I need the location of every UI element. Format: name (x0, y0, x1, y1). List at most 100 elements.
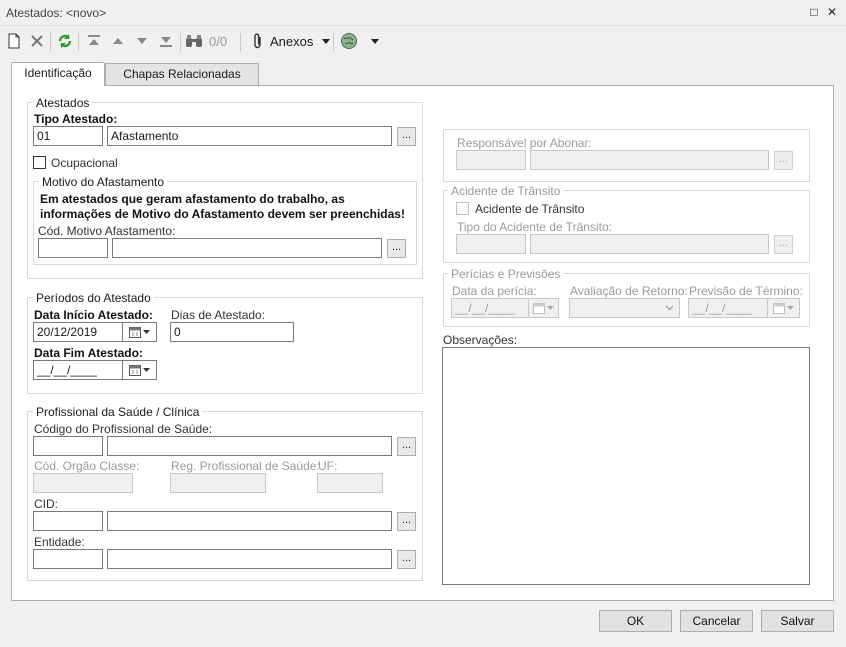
motivo-legend: Motivo do Afastamento (39, 175, 168, 189)
data-inicio-label: Data Início Atestado: (34, 308, 153, 322)
tipo-acidente-label: Tipo do Acidente de Trânsito: (457, 220, 612, 234)
last-record-button[interactable] (155, 30, 177, 52)
restore-button[interactable]: □ (806, 4, 822, 20)
previsao-termino-picker[interactable] (768, 298, 800, 318)
globe-dropdown[interactable] (364, 30, 386, 52)
data-inicio-input[interactable]: 20/12/2019 (33, 322, 123, 342)
calendar-icon (533, 302, 545, 314)
ocupacional-label: Ocupacional (51, 156, 118, 170)
toolbar-separator (333, 33, 334, 51)
dias-atestado-input[interactable]: 0 (170, 322, 294, 342)
codigo-profissional-label: Código do Profissional de Saúde: (34, 422, 213, 436)
caret-down-icon (371, 38, 379, 44)
tab-chapas-relacionadas[interactable]: Chapas Relacionadas (105, 63, 259, 86)
refresh-button[interactable] (54, 30, 76, 52)
first-record-button[interactable] (83, 30, 105, 52)
observacoes-textarea[interactable] (442, 347, 810, 585)
attachments-button[interactable] (247, 30, 269, 52)
caret-down-icon (143, 330, 150, 334)
pericias-legend: Perícias e Previsões (448, 267, 564, 281)
window-title: Atestados: <novo> (6, 6, 107, 20)
avaliacao-retorno-select[interactable] (569, 298, 680, 318)
cid-label: CID: (34, 497, 58, 511)
cancel-button[interactable]: Cancelar (680, 610, 753, 632)
title-bar: Atestados: <novo> □ ✕ (0, 0, 846, 26)
new-icon (8, 33, 20, 49)
tab-identificacao[interactable]: Identificação (11, 62, 105, 86)
search-button[interactable] (183, 30, 205, 52)
codigo-profissional-input[interactable] (33, 436, 103, 456)
save-button[interactable]: Salvar (761, 610, 834, 632)
dias-atestado-label: Dias de Atestado: (171, 308, 266, 322)
next-record-button[interactable] (131, 30, 153, 52)
tipo-acidente-lookup-button[interactable]: ... (774, 235, 793, 254)
caret-down-icon (322, 38, 330, 44)
previous-record-button[interactable] (107, 30, 129, 52)
toolbar-separator (180, 33, 181, 51)
motivo-lookup-button[interactable]: ... (387, 239, 406, 258)
delete-icon (31, 35, 43, 47)
chevron-down-icon (665, 305, 674, 311)
toolbar-separator (240, 33, 241, 51)
data-fim-picker[interactable] (123, 360, 157, 380)
previsao-termino-input[interactable]: __/__/____ (688, 298, 768, 318)
data-pericia-input[interactable]: __/__/____ (451, 298, 529, 318)
tipo-acidente-desc-input[interactable] (530, 234, 769, 254)
periodos-legend: Períodos do Atestado (33, 291, 154, 305)
uf-label: UF: (318, 459, 338, 473)
ocupacional-checkbox[interactable] (33, 156, 46, 169)
acidente-checkbox-label: Acidente de Trânsito (475, 202, 585, 216)
attachments-label[interactable]: Anexos (270, 34, 313, 49)
atestados-legend: Atestados (33, 96, 93, 110)
uf-input[interactable] (317, 473, 383, 493)
cid-lookup-button[interactable]: ... (397, 512, 416, 531)
cid-desc-input[interactable] (107, 511, 392, 531)
responsavel-desc-input[interactable] (530, 150, 769, 170)
profissional-desc-input[interactable] (107, 436, 392, 456)
binoculars-icon (186, 35, 202, 47)
responsavel-lookup-button[interactable]: ... (774, 151, 793, 170)
orgao-classe-label: Cód. Orgão Classe: (34, 459, 140, 473)
cod-motivo-input[interactable] (38, 238, 108, 258)
caret-down-icon (787, 306, 794, 310)
tipo-atestado-desc-input[interactable]: Afastamento (107, 126, 392, 146)
new-button[interactable] (3, 30, 25, 52)
data-fim-input[interactable]: __/__/____ (33, 360, 123, 380)
avaliacao-retorno-label: Avaliação de Retorno: (570, 284, 688, 298)
tipo-atestado-code-input[interactable]: 01 (33, 126, 103, 146)
paperclip-icon (254, 33, 261, 49)
observacoes-label: Observações: (443, 333, 518, 347)
motivo-desc-input[interactable] (112, 238, 382, 258)
toolbar: 0/0 Anexos (0, 28, 846, 56)
caret-down-icon (143, 368, 150, 372)
entidade-lookup-button[interactable]: ... (397, 550, 416, 569)
next-icon (137, 38, 147, 44)
calendar-icon (129, 326, 141, 338)
entidade-code-input[interactable] (33, 549, 103, 569)
orgao-classe-input[interactable] (33, 473, 133, 493)
acidente-checkbox[interactable] (456, 202, 469, 215)
registro-profissional-label: Reg. Profissional de Saúde: (171, 459, 320, 473)
caret-down-icon (547, 306, 554, 310)
profissional-lookup-button[interactable]: ... (397, 437, 416, 456)
tipo-acidente-code-input[interactable] (456, 234, 526, 254)
profissional-legend: Profissional da Saúde / Clínica (33, 405, 203, 419)
registro-profissional-input[interactable] (170, 473, 266, 493)
calendar-icon (773, 302, 785, 314)
entidade-desc-input[interactable] (107, 549, 392, 569)
data-pericia-picker[interactable] (529, 298, 559, 318)
tipo-atestado-lookup-button[interactable]: ... (397, 127, 416, 146)
data-pericia-label: Data da perícia: (452, 284, 537, 298)
record-counter: 0/0 (209, 34, 228, 49)
delete-button[interactable] (26, 30, 48, 52)
ok-button[interactable]: OK (599, 610, 672, 632)
close-button[interactable]: ✕ (824, 4, 840, 20)
refresh-icon (58, 34, 72, 48)
motivo-info-text: Em atestados que geram afastamento do tr… (40, 192, 405, 221)
toolbar-separator (78, 33, 79, 51)
data-inicio-picker[interactable] (123, 322, 157, 342)
cid-code-input[interactable] (33, 511, 103, 531)
calendar-icon (129, 364, 141, 376)
responsavel-code-input[interactable] (456, 150, 526, 170)
globe-button[interactable] (338, 30, 360, 52)
